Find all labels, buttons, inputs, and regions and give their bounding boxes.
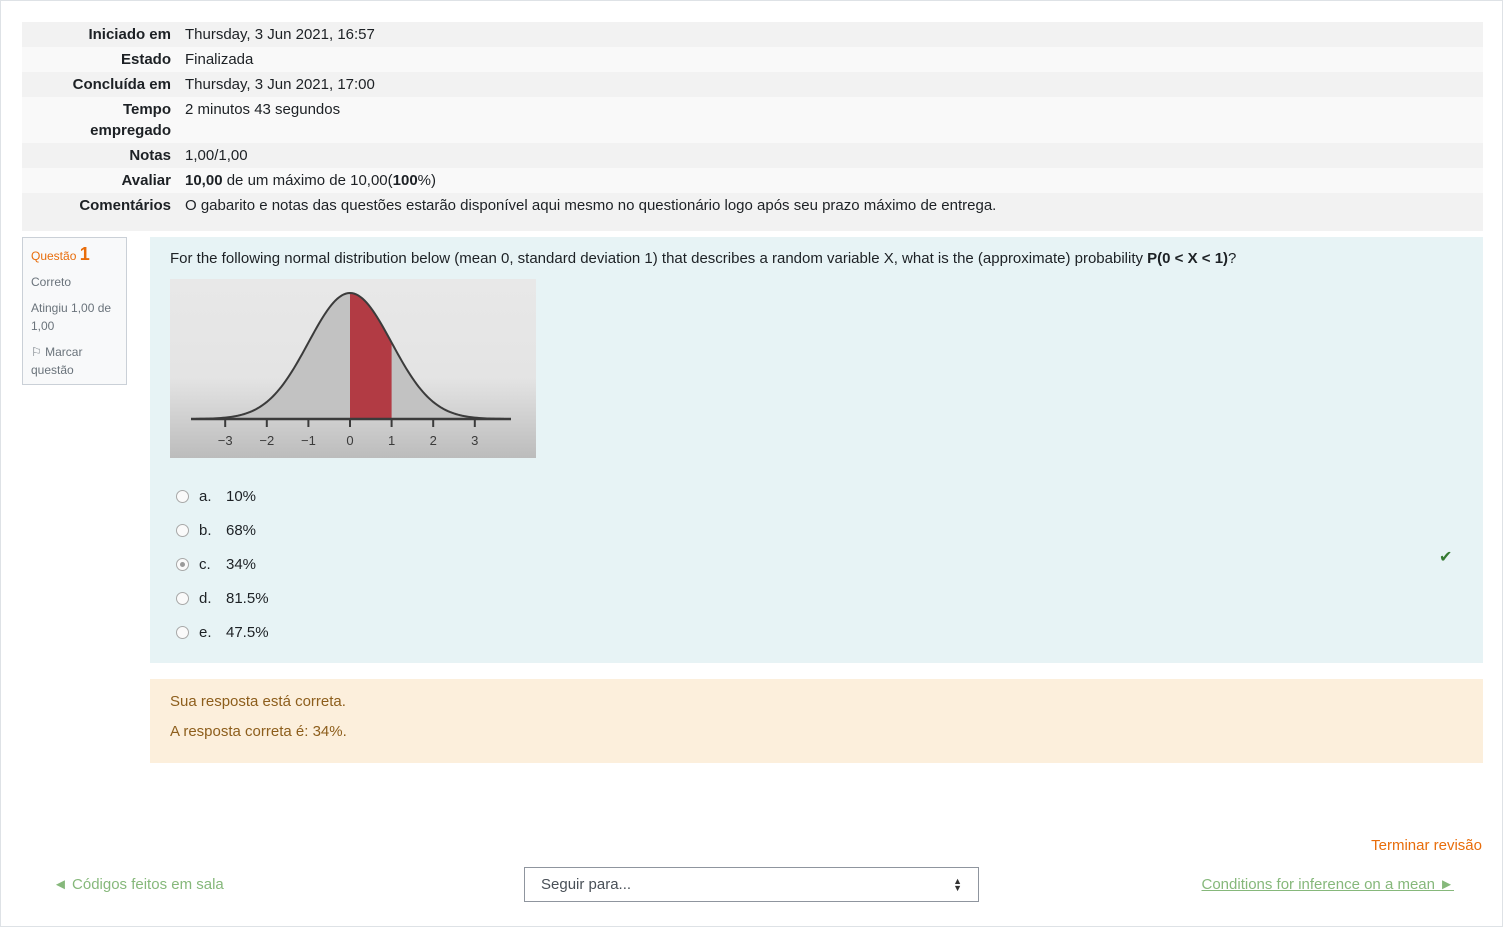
question-text-bold: P(0 < X < 1): [1147, 250, 1229, 267]
question-state: Correto: [31, 275, 72, 289]
x-tick-label: 0: [346, 433, 353, 448]
jump-to-select[interactable]: Seguir para... ▲ ▼: [524, 867, 979, 902]
flag-question-link[interactable]: ⚐ Marcar questão: [31, 343, 118, 379]
answer-letter: e.: [199, 623, 212, 641]
summary-label: Notas: [129, 147, 171, 164]
summary-row: Tempo empregado 2 minutos 43 segundos: [22, 97, 1483, 143]
summary-value: O gabarito e notas das questões estarão …: [185, 197, 997, 214]
radio-button[interactable]: [176, 625, 189, 639]
radio-button[interactable]: [176, 489, 189, 503]
radio-button[interactable]: [176, 591, 189, 605]
summary-row: Notas 1,00/1,00: [22, 143, 1483, 168]
answer-option[interactable]: e. 47.5%: [176, 615, 269, 649]
x-tick-label: 3: [471, 433, 478, 448]
x-tick-label: −1: [301, 433, 316, 448]
answer-letter: d.: [199, 589, 212, 607]
flag-icon: ⚐: [31, 345, 42, 359]
answer-option[interactable]: d. 81.5%: [176, 581, 269, 615]
attempt-summary-table: Iniciado em Thursday, 3 Jun 2021, 16:57 …: [22, 22, 1483, 231]
summary-label: Avaliar: [121, 172, 171, 189]
x-tick-label: −2: [259, 433, 274, 448]
answer-text: 47.5%: [226, 623, 269, 641]
feedback-specific: Sua resposta está correta.: [170, 693, 346, 710]
summary-value: 2 minutos 43 segundos: [185, 101, 341, 118]
summary-label: Comentários: [79, 197, 171, 214]
summary-value: Thursday, 3 Jun 2021, 17:00: [185, 76, 375, 93]
answer-option[interactable]: b. 68%: [176, 513, 269, 547]
answer-options: a. 10% b. 68% c. 34% d. 81.5% e. 47.5%: [176, 479, 269, 649]
correct-check-icon: ✔: [1439, 549, 1453, 566]
answer-letter: a.: [199, 487, 212, 505]
grade-percent-suffix: %): [417, 172, 437, 189]
question-text-end: ?: [1228, 250, 1237, 267]
x-tick-label: −3: [218, 433, 233, 448]
summary-row: Estado Finalizada: [22, 47, 1483, 72]
answer-option[interactable]: c. 34%: [176, 547, 269, 581]
question-text-main: For the following normal distribution be…: [170, 250, 1148, 267]
normal-distribution-chart: −3 −2 −1 0 1 2 3: [170, 279, 536, 458]
answer-letter: b.: [199, 521, 212, 539]
feedback-box: Sua resposta está correta. A resposta co…: [150, 679, 1483, 763]
finish-review-link[interactable]: Terminar revisão: [1371, 837, 1482, 854]
radio-button[interactable]: [176, 523, 189, 537]
answer-text: 34%: [226, 555, 257, 573]
summary-value: 1,00/1,00: [185, 147, 248, 164]
grade-percent: 100: [392, 172, 418, 189]
grade-value: 10,00: [185, 172, 223, 189]
answer-option[interactable]: a. 10%: [176, 479, 269, 513]
x-tick-label: 2: [430, 433, 437, 448]
question-number-value: 1: [79, 244, 90, 264]
summary-value: Finalizada: [185, 51, 254, 68]
question-prefix: Questão: [31, 249, 77, 263]
next-activity-link[interactable]: Conditions for inference on a mean ►: [1202, 876, 1455, 893]
select-arrows-icon: ▲ ▼: [953, 875, 962, 893]
summary-row: Avaliar 10,00 de um máximo de 10,00(100%…: [22, 168, 1483, 193]
summary-label: Iniciado em: [88, 26, 171, 43]
answer-text: 81.5%: [226, 589, 269, 607]
question-formulation: For the following normal distribution be…: [150, 237, 1483, 663]
answer-letter: c.: [199, 555, 211, 573]
radio-button[interactable]: [176, 557, 189, 571]
summary-row: Concluída em Thursday, 3 Jun 2021, 17:00: [22, 72, 1483, 97]
question-text: For the following normal distribution be…: [170, 250, 1236, 267]
answer-text: 10%: [226, 487, 257, 505]
previous-activity-link[interactable]: ◄ Códigos feitos em sala: [53, 876, 224, 893]
summary-value: 10,00 de um máximo de 10,00(100%): [178, 168, 1483, 193]
question-info-box: Questão 1 Correto Atingiu 1,00 de 1,00 ⚐…: [22, 237, 127, 385]
summary-label: Tempo empregado: [90, 101, 171, 139]
summary-value: Thursday, 3 Jun 2021, 16:57: [185, 26, 375, 43]
summary-label: Estado: [120, 51, 171, 68]
summary-row: Comentários O gabarito e notas das quest…: [22, 193, 1483, 231]
answer-text: 68%: [226, 521, 257, 539]
x-tick-label: 1: [388, 433, 395, 448]
summary-label: Concluída em: [72, 76, 171, 93]
feedback-right-answer: A resposta correta é: 34%.: [170, 723, 347, 740]
question-grade: Atingiu 1,00 de 1,00: [31, 301, 112, 333]
summary-row: Iniciado em Thursday, 3 Jun 2021, 16:57: [22, 22, 1483, 47]
grade-max: de um máximo de 10,00(: [222, 172, 393, 189]
jump-to-label: Seguir para...: [541, 876, 632, 893]
question-number: Questão 1: [31, 245, 118, 265]
